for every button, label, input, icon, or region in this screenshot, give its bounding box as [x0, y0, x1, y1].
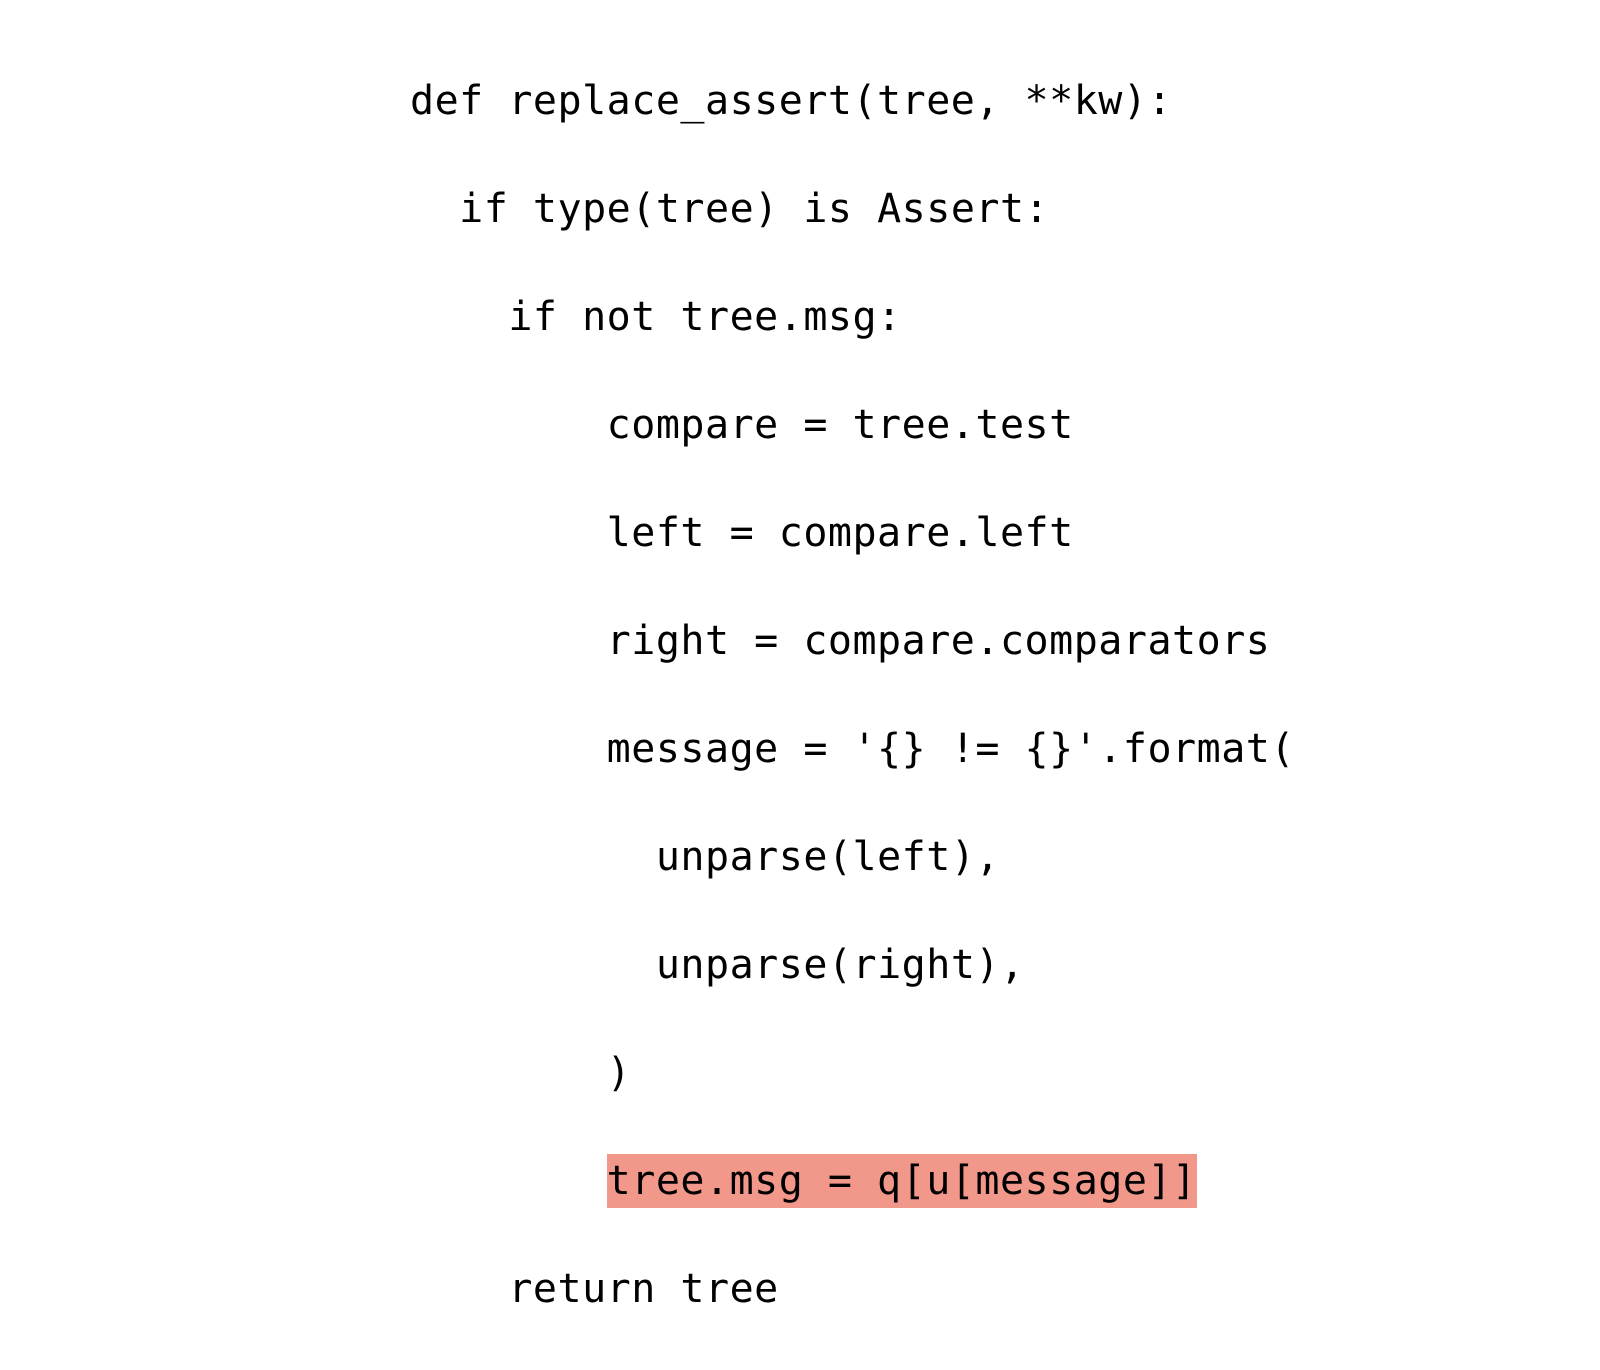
code-line-6: right = compare.comparators [410, 614, 1295, 668]
code-line-5: left = compare.left [410, 506, 1295, 560]
code-line-1: def replace_assert(tree, **kw): [410, 74, 1295, 128]
code-line-3: if not tree.msg: [410, 290, 1295, 344]
indent [410, 402, 607, 448]
indent [410, 510, 607, 556]
code-line-10: ) [410, 1046, 1295, 1100]
code-text: if not tree.msg: [508, 294, 901, 340]
code-line-12: return tree [410, 1262, 1295, 1316]
code-text: def replace_assert(tree, **kw): [410, 78, 1172, 124]
indent [410, 618, 607, 664]
code-line-11: tree.msg = q[u[message]] [410, 1154, 1295, 1208]
indent [410, 726, 607, 772]
code-text: left = compare.left [607, 510, 1074, 556]
code-text: return tree [508, 1266, 778, 1312]
indent [410, 186, 459, 232]
indent [410, 834, 656, 880]
indent [410, 1050, 607, 1096]
code-text: ) [607, 1050, 632, 1096]
indent [410, 942, 656, 988]
code-text: unparse(right), [656, 942, 1025, 988]
indent [410, 1266, 508, 1312]
code-text: message = '{} != {}'.format( [607, 726, 1295, 772]
code-line-7: message = '{} != {}'.format( [410, 722, 1295, 776]
code-line-4: compare = tree.test [410, 398, 1295, 452]
code-text: compare = tree.test [607, 402, 1074, 448]
code-line-8: unparse(left), [410, 830, 1295, 884]
code-line-2: if type(tree) is Assert: [410, 182, 1295, 236]
code-line-9: unparse(right), [410, 938, 1295, 992]
indent [410, 294, 508, 340]
code-block: def replace_assert(tree, **kw): if type(… [410, 20, 1295, 1370]
code-text: if type(tree) is Assert: [459, 186, 1049, 232]
highlighted-code: tree.msg = q[u[message]] [607, 1154, 1197, 1208]
code-text: unparse(left), [656, 834, 1000, 880]
indent [410, 1158, 607, 1204]
code-text: right = compare.comparators [607, 618, 1271, 664]
